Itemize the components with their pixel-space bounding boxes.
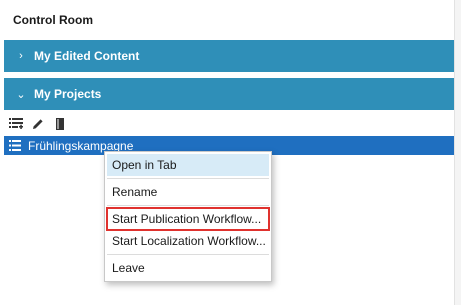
pencil-icon[interactable] — [30, 116, 46, 132]
control-room-panel: Control Room › My Edited Content ⌄ My Pr… — [0, 0, 454, 305]
section-my-edited-content[interactable]: › My Edited Content — [4, 40, 454, 72]
menu-item-start-publication-workflow[interactable]: Start Publication Workflow... — [106, 207, 270, 231]
list-add-icon[interactable] — [8, 116, 24, 132]
section-label: My Projects — [34, 87, 102, 101]
menu-item-open-in-tab[interactable]: Open in Tab — [107, 154, 269, 176]
section-my-projects[interactable]: ⌄ My Projects — [4, 78, 454, 110]
projects-toolbar — [4, 114, 68, 134]
panel-title: Control Room — [13, 13, 93, 27]
menu-divider — [107, 178, 269, 179]
vertical-scrollbar[interactable] — [454, 0, 461, 305]
menu-divider — [107, 205, 269, 206]
context-menu: Open in Tab Rename Start Publication Wor… — [104, 151, 272, 282]
chevron-down-icon: ⌄ — [16, 88, 26, 101]
menu-item-start-localization-workflow[interactable]: Start Localization Workflow... — [107, 230, 269, 252]
menu-item-leave[interactable]: Leave — [107, 257, 269, 279]
book-icon[interactable] — [52, 116, 68, 132]
menu-divider — [107, 254, 269, 255]
menu-item-rename[interactable]: Rename — [107, 181, 269, 203]
list-icon — [8, 139, 22, 153]
chevron-right-icon: › — [19, 50, 23, 62]
section-label: My Edited Content — [34, 49, 140, 63]
